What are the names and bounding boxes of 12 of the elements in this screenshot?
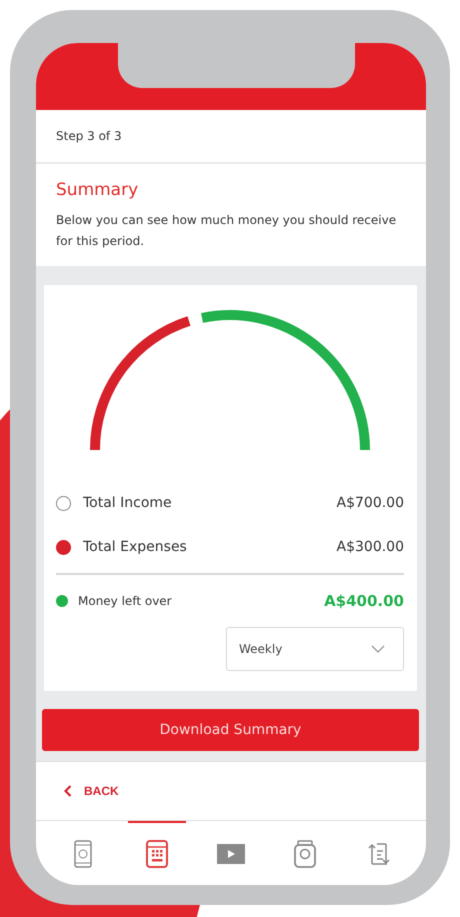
total-label: Total Income — [83, 495, 173, 511]
summary-description: Below you can see how much money you should receive for this period. — [56, 212, 398, 250]
back-link[interactable]: BACK — [64, 784, 119, 798]
download-button[interactable]: Download Summary — [42, 709, 419, 751]
summary-title: Summary — [56, 180, 140, 200]
result-amount: A$400.00 — [324, 592, 404, 610]
period-dropdown[interactable]: Weekly — [226, 627, 404, 671]
total-amount: A$300.00 — [336, 539, 404, 555]
step-indicator: Step 3 of 3 — [56, 129, 122, 143]
result-label: Money left over — [78, 594, 173, 608]
total-label: Total Expenses — [83, 539, 188, 555]
total-amount: A$700.00 — [336, 495, 404, 511]
